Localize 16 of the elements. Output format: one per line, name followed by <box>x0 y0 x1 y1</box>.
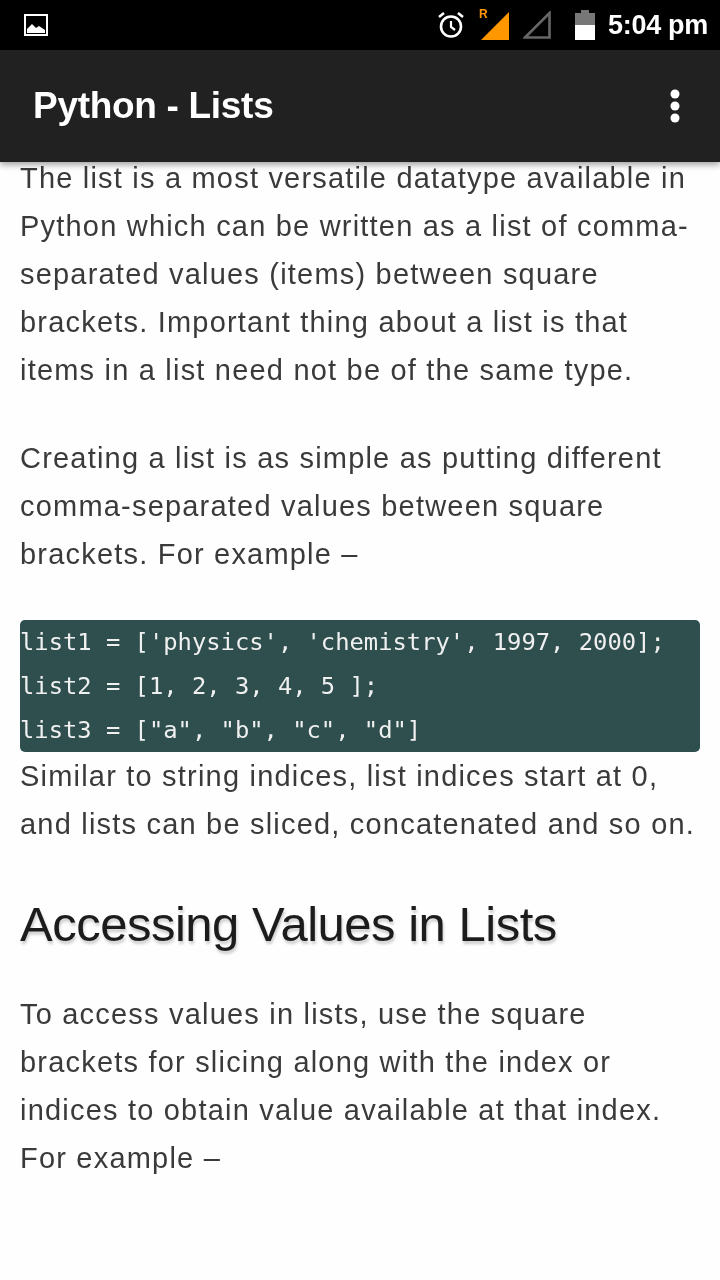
body-paragraph: To access values in lists, use the square brackets for slicing along with the index or indices to obtain value available at that index. For example – <box>20 997 663 1176</box>
body-paragraph: Creating a list is as simple as putting different comma-separated values between square brackets. For example – <box>20 441 663 572</box>
code-line: list3 = ["a", "b", "c", "d"] <box>20 715 422 746</box>
section-heading: Accessing Values in Lists <box>20 896 558 953</box>
code-line: list2 = [1, 2, 3, 4, 5 ]; <box>20 671 379 702</box>
battery-icon <box>575 10 596 40</box>
alarm-clock-icon <box>437 11 466 39</box>
app-bar-title: Python - Lists <box>33 85 274 127</box>
more-options-icon[interactable] <box>670 89 680 123</box>
clock-time: 5:04 pm <box>608 9 708 41</box>
signal-icon <box>523 11 552 39</box>
roaming-label: R <box>479 7 488 21</box>
body-paragraph: Similar to string indices, list indices start at 0, and lists can be sliced, concatenated and so on. <box>20 759 697 842</box>
code-line: list1 = ['physics', 'chemistry', 1997, 2000]; <box>20 627 665 658</box>
image-icon <box>24 14 48 36</box>
body-paragraph: The list is a most versatile datatype available in Python which can be written as a list of comma-separated values (items) between square brackets. Important thing about a list is that items in a list need not be of the same type. <box>20 162 690 388</box>
